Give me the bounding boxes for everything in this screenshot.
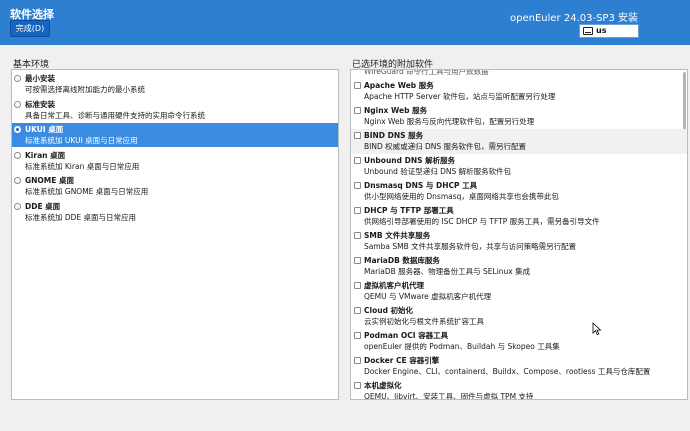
addon-description: BIND 权威或递归 DNS 服务软件包，需另行配置: [364, 142, 527, 151]
environment-description: 标准系统加 DDE 桌面与日常应用: [25, 212, 137, 222]
radio-button[interactable]: [14, 202, 21, 210]
checkbox[interactable]: [354, 232, 361, 239]
checkbox[interactable]: [354, 332, 361, 339]
addon-name: Nginx Web 服务: [364, 106, 428, 115]
environment-name: UKUI 桌面: [25, 125, 64, 134]
environment-description: 标准系统加 GNOME 桌面与日常应用: [25, 187, 149, 196]
checkbox[interactable]: [354, 207, 361, 214]
environment-name: Kiran 桌面: [25, 150, 66, 160]
environment-name: 最小安装: [25, 74, 55, 83]
environment-option[interactable]: Kiran 桌面 标准系统加 Kiran 桌面与日常应用: [12, 149, 338, 173]
addon-option[interactable]: BIND DNS 服务 BIND 权威或递归 DNS 服务软件包，需另行配置: [351, 129, 687, 154]
addon-name: MariaDB 数据库服务: [364, 256, 440, 265]
environment-name: GNOME 桌面: [25, 176, 75, 185]
addon-option[interactable]: DHCP 与 TFTP 部署工具供网络引导部署使用的 ISC DHCP 与 TF…: [351, 204, 687, 229]
checkbox[interactable]: [354, 107, 361, 114]
environment-option[interactable]: UKUI 桌面标准系统加 UKUI 桌面与日常应用: [12, 123, 338, 147]
environment-name: DDE 桌面: [25, 201, 61, 211]
addon-name: Cloud 初始化: [364, 306, 414, 315]
environment-option[interactable]: DDE 桌面 标准系统加 DDE 桌面与日常应用: [12, 200, 338, 224]
radio-button[interactable]: [14, 151, 21, 159]
radio-button[interactable]: [14, 177, 21, 184]
environment-description: 可按需选择离线附加能力的最小系统: [25, 85, 145, 94]
keyboard-layout-label: us: [596, 26, 607, 35]
checkbox[interactable]: [354, 382, 361, 389]
addon-description: Apache HTTP Server 软件包，站点与监听配置另行处理: [364, 92, 556, 101]
addon-name: Docker CE 容器引擎: [364, 356, 440, 365]
addon-description: MariaDB 服务器、物理备份工具与 SELinux 集成: [364, 267, 531, 276]
addon-name: Unbound DNS 解析服务: [364, 156, 456, 165]
checkbox[interactable]: [354, 157, 361, 164]
keyboard-layout-indicator[interactable]: us: [579, 24, 639, 38]
addon-option[interactable]: Docker CE 容器引擎 Docker Engine、CLI、containe…: [351, 354, 687, 379]
addon-name: BIND DNS 服务: [364, 131, 424, 140]
addon-description: Docker Engine、CLI、containerd、Buildx、Comp…: [364, 367, 651, 376]
environment-option[interactable]: 最小安装可按需选择离线附加能力的最小系统: [12, 72, 338, 96]
addon-description: openEuler 提供的 Podman、Buildah 与 Skopeo 工具…: [364, 342, 560, 351]
clipped-list-item-text: WireGuard 命令行工具与用户数数据: [364, 69, 489, 76]
environment-description: 标准系统加 UKUI 桌面与日常应用: [25, 136, 138, 145]
keyboard-icon: [583, 27, 593, 35]
addon-option[interactable]: Cloud 初始化云实例初始化与根文件系统扩容工具: [351, 304, 687, 329]
addon-option[interactable]: SMB 文件共享服务 Samba SMB 文件共享服务软件包，共享与访问策略需另行…: [351, 229, 687, 254]
addon-option[interactable]: MariaDB 数据库服务 MariaDB 服务器、物理备份工具与 SELinux…: [351, 254, 687, 279]
checkbox[interactable]: [354, 182, 361, 189]
addon-description: 云实例初始化与根文件系统扩容工具: [364, 317, 484, 326]
addon-name: Dnsmasq DNS 与 DHCP 工具: [364, 181, 478, 190]
environment-name: 标准安装: [25, 99, 55, 109]
addons-list[interactable]: WireGuard 命令行工具与用户数数据 Apache Web 服务 Apach…: [350, 69, 688, 400]
base-environment-list[interactable]: 最小安装 可按需选择离线附加能力的最小系统 标准安装 具备日常工具、诊断与通用硬件支持…: [11, 69, 339, 400]
mouse-cursor-icon: [592, 322, 602, 336]
addon-option[interactable]: Dnsmasq DNS 与 DHCP 工具供小型网络使用的 Dnsmasq，桌面…: [351, 179, 687, 204]
radio-button[interactable]: [14, 75, 21, 82]
checkbox[interactable]: [354, 357, 361, 364]
addon-name: DHCP 与 TFTP 部署工具: [364, 206, 454, 215]
addon-description: Unbound 验证型递归 DNS 解析服务软件包: [364, 167, 512, 176]
addon-name: 本机虚拟化: [364, 381, 402, 390]
addon-name: Apache Web 服务: [364, 81, 434, 90]
addon-description: 供网络引导部署使用的 ISC DHCP 与 TFTP 服务工具，需另备引导文件: [364, 217, 600, 226]
environment-description: 标准系统加 Kiran 桌面与日常应用: [25, 161, 140, 171]
addon-name: Podman OCI 容器工具: [364, 331, 449, 340]
addon-option[interactable]: 本机虚拟化 QEMU、libvirt、安装工具、固件与虚拟 TPM 支持: [351, 379, 687, 400]
checkbox[interactable]: [354, 82, 361, 89]
product-title: openEuler 24.03-SP3 安装: [510, 13, 638, 24]
radio-button[interactable]: [14, 100, 21, 108]
addon-description: Nginx Web 服务与反向代理软件包，配置另行处理: [364, 117, 535, 126]
environment-option[interactable]: GNOME 桌面标准系统加 GNOME 桌面与日常应用: [12, 174, 338, 198]
addon-option[interactable]: Nginx Web 服务 Nginx Web 服务与反向代理软件包，配置另行处理: [351, 104, 687, 129]
addon-option[interactable]: Unbound DNS 解析服务 Unbound 验证型递归 DNS 解析服务软件…: [351, 154, 687, 179]
header-bar: 软件选择 完成(D) openEuler 24.03-SP3 安装 us: [0, 0, 690, 45]
addon-option[interactable]: Podman OCI 容器工具 openEuler 提供的 Podman、Buil…: [351, 329, 687, 354]
environment-option[interactable]: 标准安装 具备日常工具、诊断与通用硬件支持的实用命令行系统: [12, 98, 338, 122]
addon-description: 供小型网络使用的 Dnsmasq，桌面网络共享也会携带此包: [364, 192, 559, 201]
checkbox[interactable]: [354, 307, 361, 314]
addon-option[interactable]: 虚拟机客户机代理 QEMU 与 VMware 虚拟机客户机代理: [351, 279, 687, 304]
checkbox[interactable]: [354, 132, 361, 139]
addon-description: QEMU、libvirt、安装工具、固件与虚拟 TPM 支持: [364, 392, 534, 400]
checkbox[interactable]: [354, 282, 361, 289]
done-button[interactable]: 完成(D): [10, 20, 50, 37]
radio-button[interactable]: [14, 126, 21, 133]
checkbox[interactable]: [354, 257, 361, 264]
addon-description: Samba SMB 文件共享服务软件包，共享与访问策略需另行配置: [364, 242, 577, 251]
environment-description: 具备日常工具、诊断与通用硬件支持的实用命令行系统: [25, 110, 205, 120]
addon-name: 虚拟机客户机代理: [364, 281, 424, 290]
addon-name: SMB 文件共享服务: [364, 231, 431, 240]
addon-description: QEMU 与 VMware 虚拟机客户机代理: [364, 292, 492, 301]
addon-option[interactable]: Apache Web 服务 Apache HTTP Server 软件包，站点与监…: [351, 79, 687, 104]
